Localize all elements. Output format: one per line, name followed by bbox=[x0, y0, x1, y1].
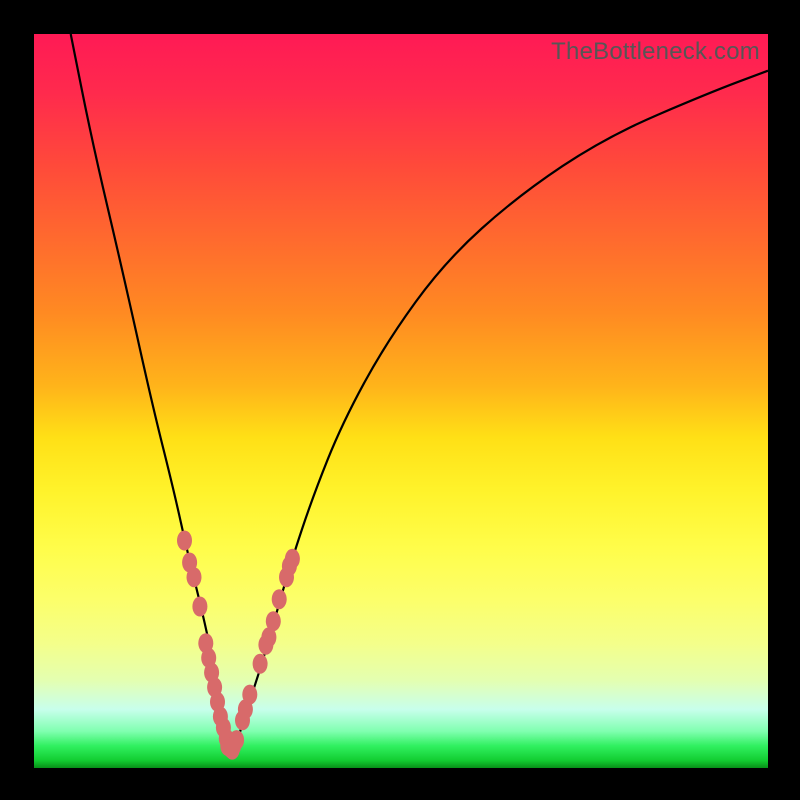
data-marker bbox=[229, 730, 244, 750]
data-marker bbox=[266, 611, 281, 631]
data-marker bbox=[177, 531, 192, 551]
data-marker bbox=[192, 597, 207, 617]
data-marker bbox=[242, 685, 257, 705]
chart-frame: TheBottleneck.com bbox=[0, 0, 800, 800]
data-marker bbox=[272, 589, 287, 609]
marker-group bbox=[177, 531, 300, 760]
data-marker bbox=[187, 567, 202, 587]
curve-layer bbox=[34, 34, 768, 768]
bottleneck-curve bbox=[71, 34, 768, 746]
data-marker bbox=[253, 654, 268, 674]
data-marker bbox=[285, 549, 300, 569]
plot-area: TheBottleneck.com bbox=[34, 34, 768, 768]
